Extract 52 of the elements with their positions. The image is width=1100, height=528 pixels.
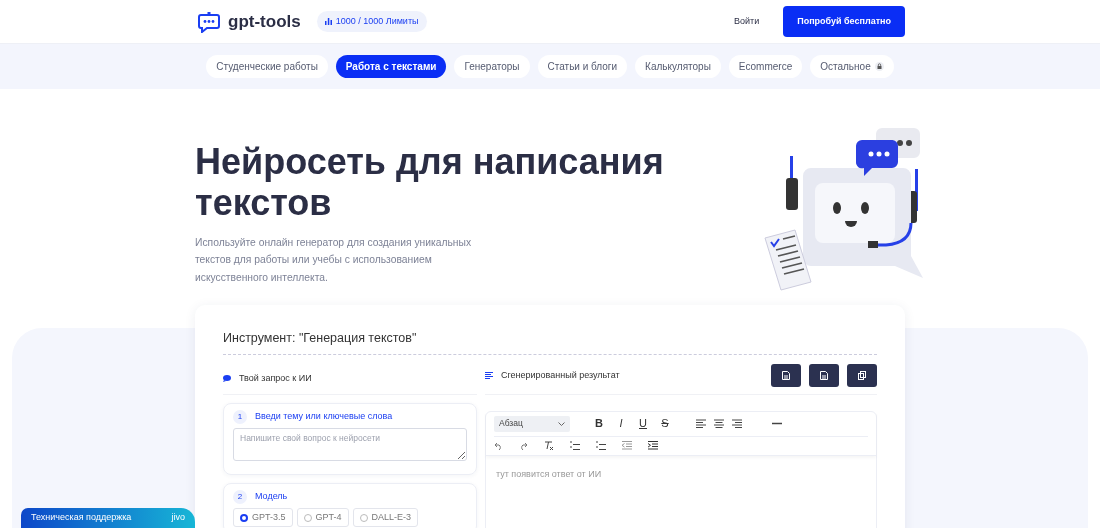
step-number: 1 (233, 409, 247, 424)
support-chat-button[interactable]: Техническая поддержка jivo (21, 508, 195, 528)
category-tab[interactable]: Работа с текстами (335, 55, 447, 78)
section-heading-bar: Твой запрос к ИИ (223, 354, 477, 395)
document-icon (820, 370, 828, 380)
document-button[interactable] (809, 363, 839, 387)
hero-description: Используйте онлайн генератор для создания уникальных текстов для работы или учебы с использованием искусственного интеллекта. (195, 235, 473, 285)
login-link[interactable]: Войти (734, 14, 760, 29)
format-button[interactable]: B (592, 418, 606, 430)
category-tab[interactable]: Ecommerce (728, 55, 803, 78)
speech-bubble-icon (223, 374, 231, 382)
bar-chart-icon (324, 18, 332, 25)
category-tab[interactable]: Остальное (810, 55, 894, 78)
category-tab[interactable]: Калькуляторы (635, 55, 721, 78)
try-free-button[interactable]: Попробуй бесплатно (783, 5, 905, 38)
copy-button[interactable] (847, 363, 877, 387)
hero-title: Нейросеть для написания текстов (195, 141, 665, 224)
radio-button[interactable] (240, 513, 248, 522)
category-tab[interactable]: Статьи и блоги (537, 55, 628, 78)
step-label: Модель (255, 490, 288, 503)
category-tab[interactable]: Студенческие работы (206, 55, 328, 78)
bullet-list-icon[interactable] (570, 441, 580, 451)
logo-text[interactable]: gpt-tools (228, 8, 301, 35)
paragraph-dropdown[interactable]: Абзац (494, 415, 570, 432)
chat-bubble-icon (198, 10, 220, 33)
clear-formatting-icon[interactable] (544, 440, 554, 451)
horizontal-rule-icon[interactable] (772, 422, 782, 426)
limits-badge: 1000 / 1000 Лимиты (316, 10, 427, 33)
align-center-icon[interactable] (714, 419, 724, 429)
align-left-icon[interactable] (696, 419, 706, 429)
prompt-input-field[interactable]: Напишите свой вопрос к нейросети (233, 427, 467, 461)
numbered-list-icon[interactable] (596, 441, 606, 451)
step-number: 2 (233, 489, 247, 504)
step-label: Введи тему или ключевые слова (255, 410, 393, 423)
align-right-icon[interactable] (732, 419, 742, 429)
section-heading-bar: Сгенерированный результат (485, 354, 877, 395)
tool-title: Инструмент: "Генерация текстов" (223, 329, 877, 355)
redo-icon[interactable] (519, 441, 528, 450)
indent-icon[interactable] (648, 441, 658, 451)
editor-placeholder: тут появится ответ от ИИ (496, 468, 602, 479)
copy-icon (858, 370, 866, 380)
lock-icon (874, 62, 884, 71)
save-file-button[interactable] (771, 363, 801, 387)
category-tab[interactable]: Генераторы (454, 55, 530, 78)
save-file-icon (782, 370, 790, 380)
chevron-down-icon (558, 421, 565, 426)
undo-icon[interactable] (494, 441, 503, 450)
text-lines-icon (485, 371, 493, 379)
format-button[interactable]: I (614, 418, 628, 430)
outdent-icon[interactable] (622, 441, 632, 451)
format-button[interactable]: S (658, 418, 672, 430)
format-button[interactable]: U (636, 418, 650, 430)
